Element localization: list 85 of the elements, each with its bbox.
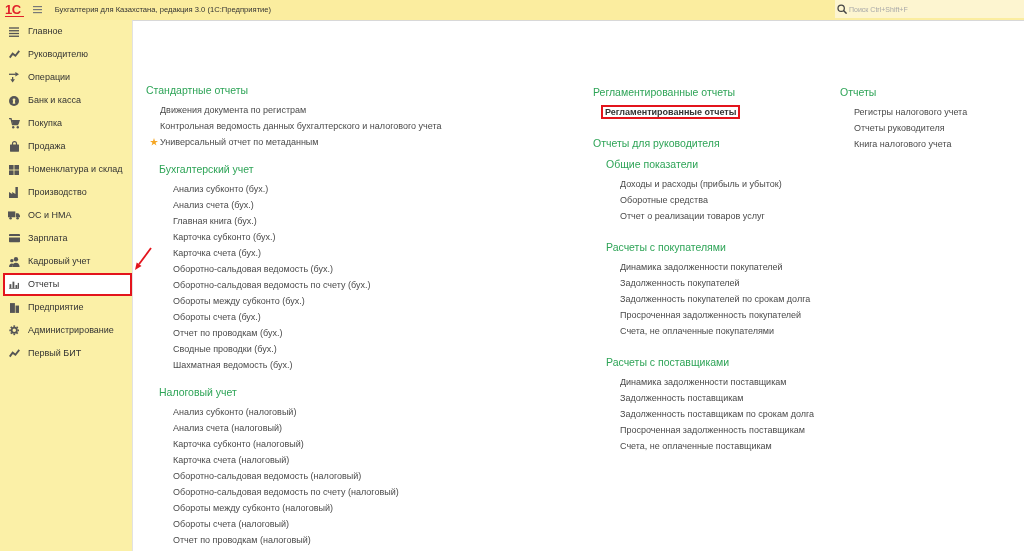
report-link[interactable]: Доходы и расходы (прибыль и убыток)	[620, 178, 782, 190]
sidebar-item[interactable]: Отчеты	[3, 273, 132, 296]
sidebar-item[interactable]: ОС и НМА	[0, 204, 132, 227]
report-link[interactable]: Регламентированные отчеты	[601, 105, 741, 119]
building-icon	[9, 302, 19, 313]
report-link[interactable]: Сводные проводки (бух.)	[173, 343, 277, 355]
sidebar-item[interactable]: Номенклатура и склад	[0, 158, 132, 181]
star-icon[interactable]	[150, 138, 158, 146]
report-link[interactable]: Оборотно-сальдовая ведомость (налоговый)	[173, 470, 362, 482]
report-link[interactable]: Обороты между субконто (бух.)	[173, 295, 305, 307]
report-link[interactable]: Отчет о реализации товаров услуг	[620, 210, 765, 222]
report-link[interactable]: Отчеты руководителя	[854, 122, 945, 134]
report-link[interactable]: Анализ счета (налоговый)	[173, 422, 282, 434]
logo: 1С	[5, 3, 24, 17]
sidebar-item[interactable]: Продажа	[0, 135, 132, 158]
report-link[interactable]: Движения документа по регистрам	[160, 104, 307, 116]
report-link[interactable]: Карточка счета (бух.)	[173, 247, 261, 259]
report-link[interactable]: Задолженность поставщикам	[620, 392, 744, 404]
report-link[interactable]: Обороты между субконто (налоговый)	[173, 502, 333, 514]
section-heading: Расчеты с покупателями	[606, 240, 726, 255]
report-link[interactable]: Счета, не оплаченные поставщикам	[620, 440, 772, 452]
report-link[interactable]: Динамика задолженности покупателей	[620, 261, 783, 273]
section-heading: Налоговый учет	[159, 385, 237, 400]
sidebar-item[interactable]: Администрирование	[0, 319, 132, 342]
sidebar-item[interactable]: Главное	[0, 20, 132, 43]
report-link[interactable]: Карточка счета (налоговый)	[173, 454, 290, 466]
menu-icon[interactable]	[32, 6, 42, 14]
report-link[interactable]: Карточка субконто (бух.)	[173, 231, 276, 243]
section-heading: Бухгалтерский учет	[159, 162, 254, 177]
trend-line-icon	[8, 349, 20, 358]
sidebar-item[interactable]: Банк и касса	[0, 89, 132, 112]
gear-icon	[8, 325, 20, 336]
report-link[interactable]: Оборотно-сальдовая ведомость (бух.)	[173, 263, 334, 275]
bag-icon	[9, 141, 19, 152]
section-heading: Регламентированные отчеты	[593, 85, 736, 100]
report-link[interactable]: Обороты счета (налоговый)	[173, 518, 290, 530]
sidebar-item[interactable]: Покупка	[0, 112, 132, 135]
sidebar-item[interactable]: Операции	[0, 66, 132, 89]
report-link[interactable]: Отчет по проводкам (бух.)	[173, 327, 283, 339]
report-link[interactable]: Обороты счета (бух.)	[173, 311, 261, 323]
report-link[interactable]: Оборотно-сальдовая ведомость по счету (налоговый)	[173, 486, 399, 498]
report-link[interactable]: Задолженность поставщикам по срокам долга	[620, 408, 815, 420]
sidebar-item[interactable]: Зарплата	[0, 227, 132, 250]
report-link[interactable]: Оборотно-сальдовая ведомость по счету (бух.)	[173, 279, 371, 291]
report-link[interactable]: Карточка субконто (налоговый)	[173, 438, 304, 450]
sidebar-item[interactable]: Руководителю	[0, 43, 132, 66]
report-link[interactable]: Просроченная задолженность покупателей	[620, 309, 802, 321]
report-link[interactable]: Анализ субконто (бух.)	[173, 183, 269, 195]
report-link[interactable]: Счета, не оплаченные покупателями	[620, 325, 774, 337]
section-heading: Отчеты	[840, 85, 877, 100]
section-heading: Отчеты для руководителя	[593, 136, 720, 151]
sidebar-item[interactable]: Предприятие	[0, 296, 132, 319]
section-heading: Расчеты с поставщиками	[606, 355, 730, 370]
grid-icon	[9, 164, 19, 175]
list-icon	[9, 26, 19, 37]
people-icon	[8, 256, 20, 267]
truck-icon	[8, 211, 20, 220]
report-link[interactable]: Шахматная ведомость (бух.)	[173, 359, 293, 371]
report-link[interactable]: Анализ счета (бух.)	[173, 199, 254, 211]
keyhole-icon	[9, 95, 19, 106]
search-icon	[837, 4, 847, 14]
report-link[interactable]: Универсальный отчет по метаданным	[160, 136, 319, 148]
section-heading: Стандартные отчеты	[146, 83, 249, 98]
report-link[interactable]: Главная книга (бух.)	[173, 215, 257, 227]
report-link[interactable]: Контрольная ведомость данных бухгалтерского и налогового учета	[160, 120, 442, 132]
report-link[interactable]: Задолженность покупателей по срокам долга	[620, 293, 811, 305]
cart-icon	[8, 118, 20, 129]
bar-chart-icon	[9, 279, 19, 290]
report-link[interactable]: Анализ субконто (налоговый)	[173, 406, 297, 418]
factory-icon	[8, 187, 20, 198]
report-link[interactable]: Динамика задолженности поставщикам	[620, 376, 787, 388]
report-link[interactable]: Отчет по проводкам (налоговый)	[173, 534, 311, 546]
section-heading: Общие показатели	[606, 157, 699, 172]
sidebar-item[interactable]: Первый БИТ	[0, 342, 132, 365]
sidebar-item[interactable]: Производство	[0, 181, 132, 204]
report-link[interactable]: Регистры налогового учета	[854, 106, 968, 118]
sidebar-item[interactable]: Кадровый учет	[0, 250, 132, 273]
annotation-arrow	[134, 247, 152, 271]
report-link[interactable]: Оборотные средства	[620, 194, 708, 206]
report-link[interactable]: Просроченная задолженность поставщикам	[620, 424, 805, 436]
trend-line-icon	[8, 50, 20, 59]
arrows-icon	[9, 72, 19, 83]
report-link[interactable]: Книга налогового учета	[854, 138, 952, 150]
card-icon	[8, 234, 20, 243]
report-link[interactable]: Задолженность покупателей	[620, 277, 740, 289]
